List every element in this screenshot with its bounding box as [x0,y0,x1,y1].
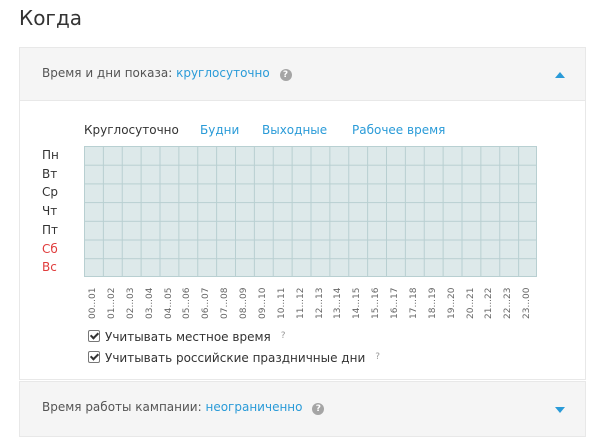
hour-label: 06...07 [200,283,212,333]
hour-label: 04...05 [163,283,175,333]
day-label-tue: Вт [42,166,58,181]
preset-round-the-clock[interactable]: Круглосуточно [84,123,179,137]
hour-label-text: 17...18 [408,287,419,320]
local-time-label: Учитывать местное время [105,330,271,344]
hour-label-text: 10...11 [276,287,287,320]
hour-label-text: 05...06 [182,287,193,320]
hour-label: 20...21 [465,283,477,333]
hour-label-text: 03...04 [144,287,155,320]
hour-label: 12...13 [314,283,326,333]
hour-label-text: 15...16 [371,287,382,320]
hour-label-text: 19...20 [446,287,457,320]
time-days-label: Время и дни показа: [42,66,173,80]
schedule-grid[interactable] [84,146,537,277]
day-label-wed: Ср [42,185,58,200]
hour-label-text: 06...07 [201,287,212,320]
campaign-time-summary: Время работы кампании: неограниченно ? [42,400,325,415]
hour-label: 13...14 [332,283,344,333]
preset-weekends[interactable]: Выходные [262,123,327,137]
hour-label-text: 00...01 [88,287,98,320]
hour-label-text: 14...15 [352,287,363,320]
campaign-time-value[interactable]: неограниченно [205,400,302,414]
hour-label-text: 20...21 [465,287,476,320]
campaign-time-label: Время работы кампании: [42,400,202,414]
hour-label-text: 11...12 [295,287,306,320]
hour-label: 10...11 [276,283,288,333]
hour-label: 09...10 [257,283,269,333]
preset-working-hours[interactable]: Рабочее время [352,123,445,137]
hour-label-text: 18...19 [427,287,438,320]
preset-weekdays[interactable]: Будни [200,123,239,137]
time-days-header[interactable]: Время и дни показа: круглосуточно ? [20,48,585,101]
day-label-thu: Чт [42,204,58,219]
hour-label: 18...19 [427,283,439,333]
hour-label: 03...04 [144,283,156,333]
hour-label: 05...06 [181,283,193,333]
hour-labels: 00...01 01...02 02...03 03...04 04...05 05...… [84,283,537,333]
hour-label-text: 22...23 [503,287,514,320]
hour-label: 08...09 [238,283,250,333]
hour-label-text: 01...02 [106,287,117,320]
hour-label-text: 23...00 [522,287,533,320]
local-time-help-icon[interactable]: ? [281,331,286,341]
hour-label: 11...12 [295,283,307,333]
hour-label: 02...03 [125,283,137,333]
holidays-checkbox[interactable] [88,351,100,363]
chevron-down-icon[interactable] [555,407,565,413]
hour-label: 22...23 [502,283,514,333]
day-label-fri: Пт [42,222,59,237]
hour-label-text: 13...14 [333,287,344,320]
hour-label: 01...02 [106,283,118,333]
help-icon[interactable]: ? [312,403,325,415]
time-days-summary: Время и дни показа: круглосуточно ? [42,66,292,81]
help-icon[interactable]: ? [279,69,292,81]
hour-label: 16...17 [389,283,401,333]
hour-label-text: 08...09 [239,287,249,320]
time-days-panel: Время и дни показа: круглосуточно ? Круг… [19,47,586,380]
time-days-value[interactable]: круглосуточно [176,66,270,80]
local-time-option[interactable]: Учитывать местное время? [88,330,286,344]
day-label-sat: Сб [42,241,58,256]
page-title: Когда [19,6,83,30]
chevron-up-icon[interactable] [555,72,565,78]
hour-label-text: 07...08 [220,287,231,320]
hour-label: 21...22 [483,283,495,333]
hour-label: 00...01 [87,283,99,333]
day-label-mon: Пн [42,148,59,162]
hour-label: 23...00 [521,283,533,333]
hour-label: 07...08 [219,283,231,333]
hour-label: 14...15 [351,283,363,333]
time-days-body: Круглосуточно Будни Выходные Рабочее вре… [20,101,585,379]
hour-label: 17...18 [408,283,420,333]
hour-label: 15...16 [370,283,382,333]
holidays-label: Учитывать российские праздничные дни [105,351,366,365]
hour-label-text: 21...22 [484,287,495,320]
hour-label-text: 09...10 [257,287,268,320]
holidays-help-icon[interactable]: ? [375,352,380,362]
hour-label-text: 02...03 [125,287,136,320]
day-label-sun: Вс [42,260,57,275]
holidays-option[interactable]: Учитывать российские праздничные дни? [88,351,380,365]
local-time-checkbox[interactable] [88,330,100,342]
hour-label-text: 12...13 [314,287,325,320]
hour-label-text: 04...05 [163,287,174,320]
hour-label-text: 16...17 [390,287,400,320]
campaign-time-panel[interactable]: Время работы кампании: неограниченно ? [19,381,586,437]
hour-label: 19...20 [446,283,458,333]
